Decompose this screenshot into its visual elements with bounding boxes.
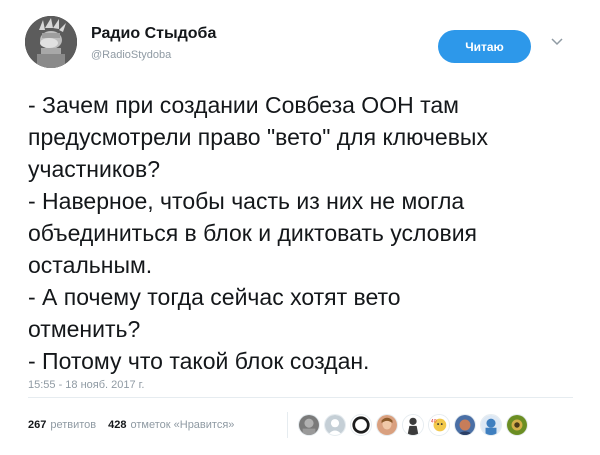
avatar-blue-photo-icon bbox=[455, 415, 475, 435]
tweet-timestamp[interactable]: 15:55 - 18 нояб. 2017 г. bbox=[28, 379, 144, 391]
tweet-text-line: остальным. bbox=[28, 252, 153, 278]
liker-avatar[interactable] bbox=[402, 414, 424, 436]
likes-stat[interactable]: 428 отметок «Нравится» bbox=[108, 419, 234, 431]
liker-avatar[interactable] bbox=[324, 414, 346, 436]
svg-text:40: 40 bbox=[431, 418, 437, 424]
statue-of-liberty-facepalm-avatar bbox=[25, 16, 77, 68]
chevron-down-icon[interactable] bbox=[549, 33, 565, 49]
avatar-green-photo-icon bbox=[507, 415, 527, 435]
liker-avatar[interactable] bbox=[506, 414, 528, 436]
retweets-label: ретвитов bbox=[50, 419, 97, 431]
tweet-text-line: - Зачем при создании Совбеза ООН там bbox=[28, 92, 459, 118]
tweet-text-line: - А почему тогда сейчас хотят вето bbox=[28, 284, 401, 310]
avatar-black-circle-icon bbox=[351, 415, 371, 435]
tweet-text-line: - Наверное, чтобы часть из них не могла bbox=[28, 188, 465, 214]
following-button[interactable]: Читаю bbox=[438, 30, 531, 63]
liker-avatar[interactable]: 40 bbox=[428, 414, 450, 436]
liker-avatars: 40 bbox=[298, 414, 532, 436]
liker-avatar[interactable] bbox=[298, 414, 320, 436]
liker-avatar[interactable] bbox=[350, 414, 372, 436]
likes-label: отметок «Нравится» bbox=[130, 419, 235, 431]
liker-avatar[interactable] bbox=[480, 414, 502, 436]
author-handle[interactable]: @RadioStydoba bbox=[91, 49, 171, 61]
stats-divider bbox=[287, 412, 288, 438]
liker-avatar[interactable] bbox=[454, 414, 476, 436]
avatar-gray-photo-icon bbox=[299, 415, 319, 435]
tweet-stats: 267 ретвитов 428 отметок «Нравится» bbox=[28, 419, 246, 431]
author-name[interactable]: Радио Стыдоба bbox=[91, 25, 216, 43]
avatar-dark-figure-icon bbox=[403, 415, 423, 435]
tweet-text-line: - Потому что такой блок создан. bbox=[28, 348, 370, 374]
retweets-count: 267 bbox=[28, 419, 47, 431]
likes-count: 428 bbox=[108, 419, 127, 431]
avatar-face-photo-icon bbox=[377, 415, 397, 435]
tweet-text: - Зачем при создании Совбеза ООН там пре… bbox=[28, 89, 573, 377]
avatar-default-egg-icon bbox=[325, 415, 345, 435]
divider bbox=[28, 397, 573, 398]
tweet-text-line: предусмотрели право "вето" для ключевых bbox=[28, 124, 488, 150]
tweet-text-line: объединиться в блок и диктовать условия bbox=[28, 220, 477, 246]
retweets-stat[interactable]: 267 ретвитов bbox=[28, 419, 96, 431]
tweet-text-line: участников? bbox=[28, 156, 160, 182]
liker-avatar[interactable] bbox=[376, 414, 398, 436]
avatar-blue-cartoon-icon bbox=[481, 415, 501, 435]
tweet-text-line: отменить? bbox=[28, 316, 141, 342]
author-avatar[interactable] bbox=[25, 16, 77, 68]
avatar-yellow-cartoon-icon: 40 bbox=[429, 415, 449, 435]
